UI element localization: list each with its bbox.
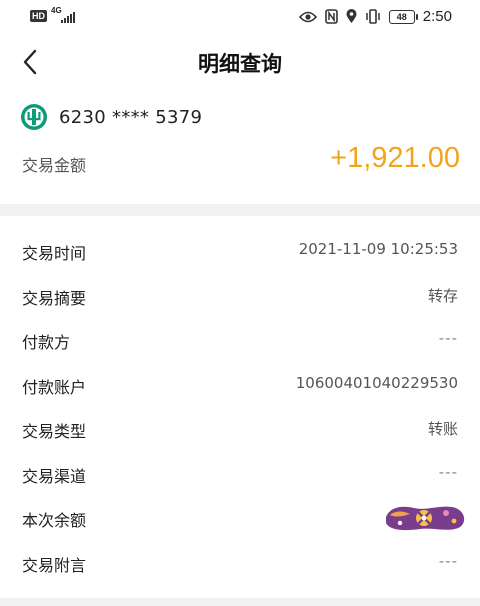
detail-label: 付款方 [22,333,71,352]
status-bar-left: HD 4G [30,6,79,23]
detail-label: 交易渠道 [22,466,87,486]
detail-row-payer-account: 付款账户 10600401040229530 [0,362,480,407]
section-divider [0,204,480,216]
status-bar-right: 48 2:50 [298,8,452,25]
detail-value: 转账 [427,420,458,438]
nfc-icon [324,9,338,24]
status-bar: HD 4G 48 2:50 [0,0,480,34]
redaction-sticker [386,506,465,531]
detail-row-time: 交易时间 2021-11-09 10:25:53 [0,228,480,273]
bottom-divider [0,598,480,606]
detail-list: 交易时间 2021-11-09 10:25:53 交易摘要 转存 付款方 ---… [0,228,480,584]
detail-row-channel: 交易渠道 --- [0,451,480,496]
detail-label: 付款账户 [22,377,87,397]
card-number: 6230 **** 5379 [59,106,203,128]
page-title: 明细查询 [198,52,282,76]
amount-row: 交易金额 +1,921.00 [22,142,460,186]
detail-row-balance: 本次余额 [0,495,480,540]
location-icon [346,9,357,23]
detail-value: --- [438,329,458,347]
bank-logo-icon [21,104,47,130]
detail-row-summary: 交易摘要 转存 [0,273,480,318]
detail-value: 10600401040229530 [295,373,458,392]
detail-label: 交易附言 [22,555,87,575]
amount-value: +1,921.00 [330,142,460,174]
eye-icon [298,11,317,22]
hd-badge: HD [30,10,47,22]
detail-value: --- [438,551,458,570]
battery-icon: 48 [388,9,418,24]
clock: 2:50 [422,8,452,25]
account-row: 6230 **** 5379 [20,102,202,132]
detail-row-type: 交易类型 转账 [0,406,480,451]
detail-label: 交易类型 [22,422,87,441]
amount-label: 交易金额 [22,156,87,175]
nav-bar: 明细查询 [0,34,480,90]
detail-value: 2021-11-09 10:25:53 [298,240,458,258]
vibrate-icon [366,9,380,24]
detail-label: 交易摘要 [22,288,87,308]
detail-row-memo: 交易附言 --- [0,540,480,585]
signal-icon: 4G [51,6,79,23]
detail-value: --- [438,462,458,481]
detail-label: 交易时间 [22,244,87,263]
detail-row-payer: 付款方 --- [0,317,480,362]
detail-label: 本次余额 [22,511,87,530]
detail-value: 转存 [427,286,458,305]
